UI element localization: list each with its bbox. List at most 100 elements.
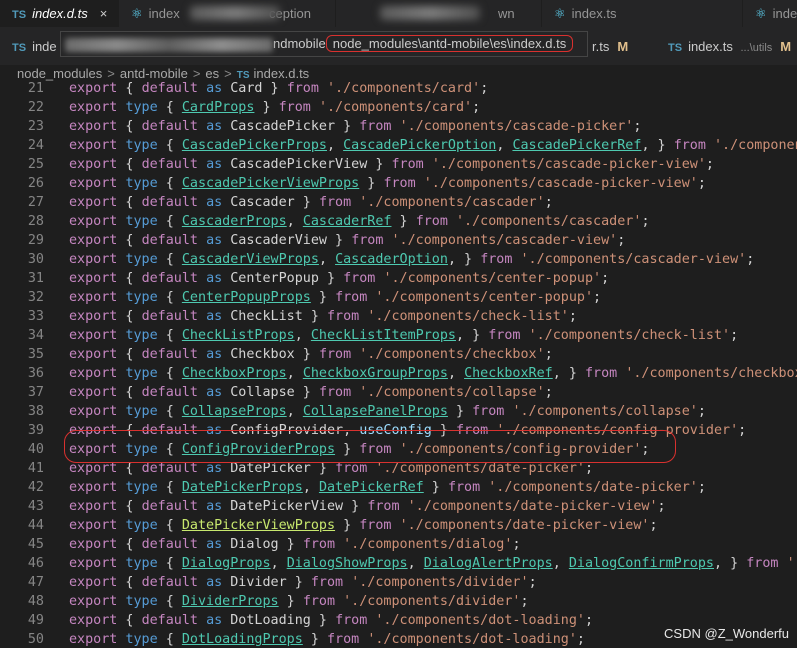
code-line[interactable]: 48 export type { DividerProps } from './c… [0, 592, 529, 611]
tab-r-ts[interactable]: r.ts M [592, 35, 628, 59]
code-token: CascaderView } [222, 233, 352, 248]
tab-label: inde [32, 39, 57, 54]
tab-inde-ts[interactable]: TS inde [12, 35, 57, 59]
code-line[interactable]: 23 export { default as CascadePicker } fr… [0, 117, 642, 136]
code-token: , [270, 556, 287, 571]
code-line[interactable]: 43 export { default as DatePickerView } f… [0, 497, 666, 516]
code-token: default [141, 195, 198, 210]
code-token: { [157, 594, 182, 609]
code-token: export [69, 366, 118, 381]
code-line[interactable]: 30 export type { CascaderViewProps, Casca… [0, 250, 754, 269]
breadcrumb-item[interactable]: index.d.ts [254, 66, 310, 81]
code-token: from [488, 328, 521, 343]
code-token: default [141, 347, 198, 362]
breadcrumb-item[interactable]: node_modules [17, 66, 102, 81]
code-token: './components/cascade-picker-view' [431, 157, 706, 172]
breadcrumb-item[interactable]: es [205, 66, 219, 81]
code-token: as [206, 119, 223, 134]
code-token: './components/check-list' [528, 328, 731, 343]
react-icon: ⚛ [755, 6, 767, 21]
code-line[interactable]: 44 export type { DatePickerViewProps } fr… [0, 516, 658, 535]
code-line[interactable]: 28 export type { CascaderProps, CascaderR… [0, 212, 650, 231]
code-line[interactable]: 32 export type { CenterPopupProps } from … [0, 288, 601, 307]
code-token: ; [697, 176, 706, 191]
code-editor[interactable]: 21 export { default as Card } from './com… [0, 80, 797, 648]
code-line[interactable]: 50 export type { DotLoadingProps } from '… [0, 630, 585, 648]
code-token: type [125, 632, 158, 647]
code-token: export [69, 518, 118, 533]
code-token: DatePicker } [222, 461, 336, 476]
code-token: , [286, 366, 303, 381]
line-number: 48 [27, 594, 44, 609]
code-line[interactable]: 37 export { default as Collapse } from '.… [0, 383, 553, 402]
line-number: 27 [27, 195, 44, 210]
highlight-annotation [64, 430, 676, 463]
tab-inde-react[interactable]: ⚛ inde [743, 0, 797, 27]
code-token: type [125, 328, 158, 343]
code-line[interactable]: 49 export { default as DotLoading } from … [0, 611, 593, 630]
code-line[interactable]: 46 export type { DialogProps, DialogShowP… [0, 554, 797, 573]
close-icon[interactable]: × [100, 6, 108, 21]
code-token: from [472, 404, 505, 419]
code-token: export [69, 100, 118, 115]
code-token: as [206, 461, 223, 476]
code-line[interactable]: 45 export { default as Dialog } from './c… [0, 535, 521, 554]
code-line[interactable]: 33 export { default as CheckList } from '… [0, 307, 577, 326]
code-line[interactable]: 24 export type { CascadePickerProps, Casc… [0, 136, 797, 155]
code-token: CascaderViewProps [181, 252, 319, 267]
code-line[interactable]: 31 export { default as CenterPopup } from… [0, 269, 609, 288]
code-token: './components/cascader' [359, 195, 545, 210]
code-token: './components/cascader' [456, 214, 642, 229]
code-line[interactable]: 47 export { default as Divider } from './… [0, 573, 537, 592]
line-number: 50 [27, 632, 44, 647]
code-line[interactable]: 22 export type { CardProps } from './comp… [0, 98, 480, 117]
modified-badge: M [617, 39, 629, 54]
code-token: './components/date-picker' [375, 461, 585, 476]
code-line[interactable]: 34 export type { CheckListProps, CheckLis… [0, 326, 738, 345]
code-token: DatePickerView } [222, 499, 368, 514]
code-token: { [117, 461, 142, 476]
code-token: ; [601, 271, 610, 286]
tab-index-ts-utils[interactable]: TS index.ts ...\utils M [668, 35, 791, 59]
code-token: as [206, 233, 223, 248]
code-token: './components/cascader-view' [520, 252, 747, 267]
code-token: export [69, 575, 118, 590]
code-token: CascadePicker } [222, 119, 360, 134]
code-token: from [447, 480, 481, 495]
code-token: from [318, 385, 352, 400]
code-token: CardProps [181, 100, 255, 115]
code-token: , [286, 404, 303, 419]
code-token: from [359, 119, 392, 134]
code-line[interactable]: 27 export { default as Cascader } from '.… [0, 193, 553, 212]
code-token: './components/cascade-picker' [399, 119, 634, 134]
code-line[interactable]: 36 export type { CheckboxProps, CheckboxG… [0, 364, 797, 383]
tab-index-ts-react[interactable]: ⚛ index.ts [542, 0, 743, 27]
code-line[interactable]: 26 export type { CascadePickerViewProps }… [0, 174, 706, 193]
code-line[interactable]: 42 export type { DatePickerProps, DatePic… [0, 478, 706, 497]
code-token: default [141, 613, 198, 628]
code-token: DotLoading } [222, 613, 336, 628]
tab-label: index.ts [688, 39, 733, 54]
code-token: type [125, 138, 158, 153]
code-line[interactable]: 21 export { default as Card } from './com… [0, 80, 488, 98]
code-line[interactable]: 29 export { default as CascaderView } fro… [0, 231, 625, 250]
code-token: ; [480, 81, 489, 96]
code-line[interactable]: 25 export { default as CascadePickerView … [0, 155, 714, 174]
code-token: ; [584, 613, 594, 628]
tab-index-d-ts[interactable]: TS index.d.ts × [0, 0, 119, 27]
modified-badge: M [780, 39, 792, 54]
code-token: export [69, 233, 118, 248]
tab-path: ...\utils [740, 42, 773, 54]
code-line[interactable]: 35 export { default as Checkbox } from '.… [0, 345, 553, 364]
code-token: , [302, 480, 319, 495]
breadcrumb-item[interactable]: antd-mobile [120, 66, 188, 81]
code-line[interactable]: 38 export type { CollapseProps, CollapseP… [0, 402, 706, 421]
tab-label-trailing: wn [498, 6, 515, 21]
code-token: { [117, 385, 142, 400]
code-token: { [117, 499, 142, 514]
